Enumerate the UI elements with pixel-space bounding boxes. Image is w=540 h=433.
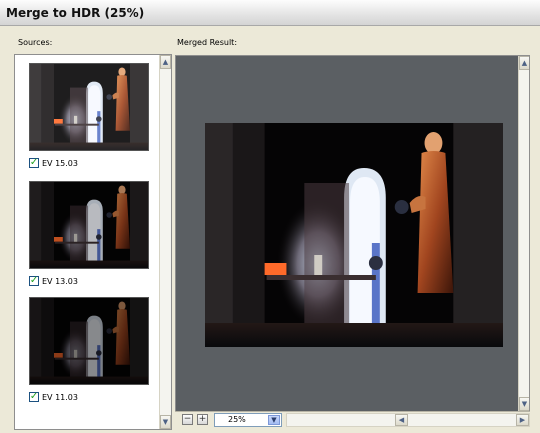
scroll-down-button[interactable]: ▼	[519, 397, 529, 411]
ev-label: EV 11.03	[42, 392, 78, 402]
zoom-in-icon: +	[198, 414, 207, 424]
sources-list[interactable]: ✓ EV 15.03 ✓ EV 13.03 ✓ EV 11.03 ▲ ▼	[14, 54, 172, 430]
zoom-out-button[interactable]: −	[182, 414, 193, 425]
zoom-in-button[interactable]: +	[197, 414, 208, 425]
chevron-right-icon: ▶	[519, 416, 526, 424]
source-item-3: ✓ EV 11.03	[29, 391, 78, 403]
scroll-down-button[interactable]: ▼	[160, 415, 171, 429]
merged-result-image	[205, 123, 503, 347]
scroll-left-button[interactable]: ◀	[395, 414, 408, 426]
source-item-1: ✓ EV 15.03	[29, 157, 78, 169]
scroll-right-button[interactable]: ▶	[516, 414, 529, 426]
sources-scrollbar[interactable]: ▲ ▼	[159, 55, 171, 429]
source-thumbnail[interactable]	[29, 63, 149, 151]
check-mark-icon: ✓	[29, 157, 39, 168]
source-thumbnail[interactable]	[29, 297, 149, 385]
chevron-left-icon: ◀	[398, 416, 405, 424]
scroll-up-button[interactable]: ▲	[160, 55, 171, 69]
window-title: Merge to HDR (25%)	[6, 6, 145, 20]
zoom-out-icon: −	[183, 414, 192, 424]
ev-checkbox[interactable]: ✓	[29, 392, 39, 402]
zoom-value: 25%	[228, 415, 246, 424]
check-mark-icon: ✓	[29, 391, 39, 402]
ev-label: EV 13.03	[42, 276, 78, 286]
ev-label: EV 15.03	[42, 158, 78, 168]
chevron-down-icon[interactable]: ▼	[268, 415, 280, 425]
source-thumbnail[interactable]	[29, 181, 149, 269]
sources-label: Sources:	[18, 38, 53, 47]
chevron-up-icon: ▲	[162, 58, 169, 66]
title-bar: Merge to HDR (25%)	[0, 0, 540, 26]
scroll-up-button[interactable]: ▲	[519, 56, 529, 70]
merged-result-label: Merged Result:	[177, 38, 238, 47]
chevron-up-icon: ▲	[521, 59, 528, 67]
result-scrollbar[interactable]: ▲ ▼	[518, 56, 529, 411]
check-mark-icon: ✓	[29, 275, 39, 286]
chevron-down-icon: ▼	[521, 400, 528, 408]
ev-checkbox[interactable]: ✓	[29, 276, 39, 286]
zoom-select[interactable]: 25% ▼	[214, 413, 282, 427]
ev-checkbox[interactable]: ✓	[29, 158, 39, 168]
source-item-2: ✓ EV 13.03	[29, 275, 78, 287]
horizontal-scrollbar[interactable]: ◀ ▶	[286, 413, 530, 427]
chevron-down-icon: ▼	[162, 418, 169, 426]
